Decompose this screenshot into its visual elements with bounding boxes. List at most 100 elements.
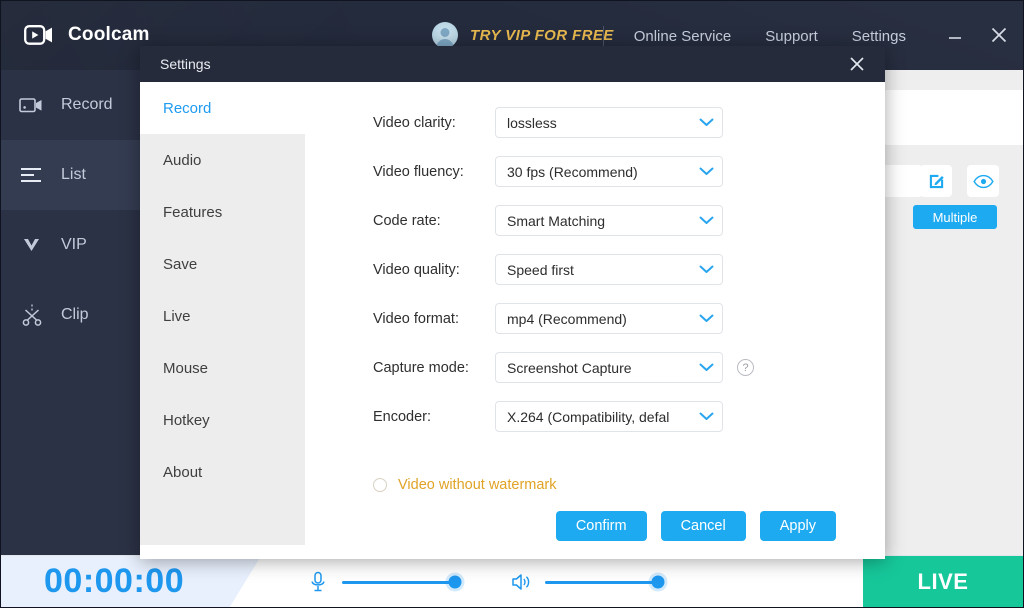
- watermark-option[interactable]: Video without watermark: [305, 477, 885, 493]
- microphone-icon[interactable]: [306, 570, 330, 594]
- dialog-nav-item-record[interactable]: Record: [140, 82, 305, 134]
- select-video-format[interactable]: mp4 (Recommend): [495, 303, 723, 334]
- chevron-down-icon: [699, 314, 714, 323]
- eye-icon[interactable]: [967, 165, 999, 197]
- speaker-slider[interactable]: [545, 575, 665, 589]
- list-lines-icon: [19, 162, 45, 188]
- app-logo: Coolcam: [24, 22, 150, 48]
- select-value-video-quality: Speed first: [507, 261, 574, 278]
- microphone-control: [306, 570, 462, 594]
- dialog-title: Settings: [160, 56, 211, 72]
- label-video-format: Video format:: [373, 310, 459, 327]
- nav-divider: [603, 26, 604, 46]
- settings-dialog: Settings Record Audio Features Save Live…: [140, 46, 885, 559]
- video-camera-icon: [24, 22, 54, 48]
- dialog-nav-item-save[interactable]: Save: [140, 238, 305, 290]
- vip-promo-label: TRY VIP FOR FREE: [470, 26, 614, 44]
- label-video-quality: Video quality:: [373, 261, 460, 278]
- chevron-down-icon: [699, 363, 714, 372]
- dialog-body: Record Audio Features Save Live Mouse Ho…: [140, 82, 885, 559]
- form-row-capture-mode: Capture mode: Screenshot Capture ?: [305, 343, 885, 392]
- dialog-footer: Confirm Cancel Apply: [140, 493, 885, 559]
- app-name: Coolcam: [68, 24, 150, 45]
- dialog-header: Settings: [140, 46, 885, 82]
- dialog-nav: Record Audio Features Save Live Mouse Ho…: [140, 82, 305, 545]
- main-sidebar: Record List VIP Clip: [1, 70, 142, 555]
- topnav-item-support[interactable]: Support: [765, 28, 818, 45]
- form-row-encoder: Encoder: X.264 (Compatibility, defal: [305, 392, 885, 441]
- minimize-icon[interactable]: [944, 24, 966, 46]
- top-navigation: Online Service Support Settings: [634, 28, 906, 45]
- select-value-video-format: mp4 (Recommend): [507, 310, 627, 327]
- speaker-slider-knob[interactable]: [651, 575, 665, 589]
- topnav-item-settings[interactable]: Settings: [852, 28, 906, 45]
- select-capture-mode[interactable]: Screenshot Capture: [495, 352, 723, 383]
- form-row-video-format: Video format: mp4 (Recommend): [305, 294, 885, 343]
- vip-chevron-icon: [19, 232, 45, 258]
- select-code-rate[interactable]: Smart Matching: [495, 205, 723, 236]
- application-window: Coolcam TRY VIP FOR FREE Online Service …: [0, 0, 1024, 608]
- apply-button[interactable]: Apply: [759, 511, 836, 541]
- content-card: [884, 90, 1024, 145]
- dialog-nav-item-mouse[interactable]: Mouse: [140, 342, 305, 394]
- scissors-icon: [19, 302, 45, 328]
- speaker-control: [509, 570, 665, 594]
- bottom-bar: 00:00:00 LIVE: [1, 555, 1023, 607]
- sidebar-item-vip[interactable]: VIP: [1, 210, 142, 280]
- select-value-code-rate: Smart Matching: [507, 212, 606, 229]
- microphone-slider[interactable]: [342, 575, 462, 589]
- sidebar-label-vip: VIP: [61, 236, 87, 253]
- label-video-clarity: Video clarity:: [373, 114, 456, 131]
- microphone-slider-knob[interactable]: [448, 575, 462, 589]
- camcorder-icon: [19, 92, 45, 118]
- window-controls: [944, 24, 1010, 46]
- watermark-radio[interactable]: [373, 478, 387, 492]
- sidebar-label-list: List: [61, 166, 86, 183]
- chevron-down-icon: [699, 167, 714, 176]
- label-encoder: Encoder:: [373, 408, 432, 425]
- select-encoder[interactable]: X.264 (Compatibility, defal: [495, 401, 723, 432]
- timer-value: 00:00:00: [44, 562, 185, 600]
- record-settings-form: Video clarity: lossless Video fluency: 3…: [305, 82, 885, 559]
- dialog-nav-item-features[interactable]: Features: [140, 186, 305, 238]
- cancel-button[interactable]: Cancel: [660, 511, 746, 541]
- select-value-capture-mode: Screenshot Capture: [507, 359, 632, 376]
- label-code-rate: Code rate:: [373, 212, 441, 229]
- sidebar-item-clip[interactable]: Clip: [1, 280, 142, 350]
- select-video-clarity[interactable]: lossless: [495, 107, 723, 138]
- multiple-button[interactable]: Multiple: [913, 205, 997, 229]
- user-avatar-icon: [432, 22, 458, 48]
- select-video-quality[interactable]: Speed first: [495, 254, 723, 285]
- select-value-encoder: X.264 (Compatibility, defal: [507, 408, 670, 425]
- label-capture-mode: Capture mode:: [373, 359, 469, 376]
- recording-timer: 00:00:00: [1, 556, 261, 607]
- label-video-fluency: Video fluency:: [373, 163, 464, 180]
- confirm-button[interactable]: Confirm: [555, 511, 647, 541]
- edit-square-icon[interactable]: [920, 165, 952, 197]
- sidebar-item-list[interactable]: List: [1, 140, 142, 210]
- sidebar-item-record[interactable]: Record: [1, 70, 142, 140]
- select-video-fluency[interactable]: 30 fps (Recommend): [495, 156, 723, 187]
- speaker-icon[interactable]: [509, 570, 533, 594]
- form-row-video-quality: Video quality: Speed first: [305, 245, 885, 294]
- dialog-nav-item-hotkey[interactable]: Hotkey: [140, 394, 305, 446]
- select-value-video-fluency: 30 fps (Recommend): [507, 163, 638, 180]
- live-button[interactable]: LIVE: [863, 556, 1023, 607]
- form-row-video-fluency: Video fluency: 30 fps (Recommend): [305, 147, 885, 196]
- chevron-down-icon: [699, 118, 714, 127]
- chevron-down-icon: [699, 216, 714, 225]
- dialog-nav-item-audio[interactable]: Audio: [140, 134, 305, 186]
- sidebar-label-record: Record: [61, 96, 113, 113]
- dialog-nav-item-live[interactable]: Live: [140, 290, 305, 342]
- dialog-nav-item-about[interactable]: About: [140, 446, 305, 498]
- watermark-label: Video without watermark: [398, 477, 557, 493]
- help-icon[interactable]: ?: [737, 359, 754, 376]
- topnav-item-online-service[interactable]: Online Service: [634, 28, 732, 45]
- vip-promo[interactable]: TRY VIP FOR FREE: [432, 22, 614, 48]
- chevron-down-icon: [699, 412, 714, 421]
- select-value-video-clarity: lossless: [507, 114, 557, 131]
- close-icon[interactable]: [988, 24, 1010, 46]
- form-row-video-clarity: Video clarity: lossless: [305, 98, 885, 147]
- dialog-close-icon[interactable]: [845, 52, 869, 76]
- sidebar-label-clip: Clip: [61, 306, 89, 323]
